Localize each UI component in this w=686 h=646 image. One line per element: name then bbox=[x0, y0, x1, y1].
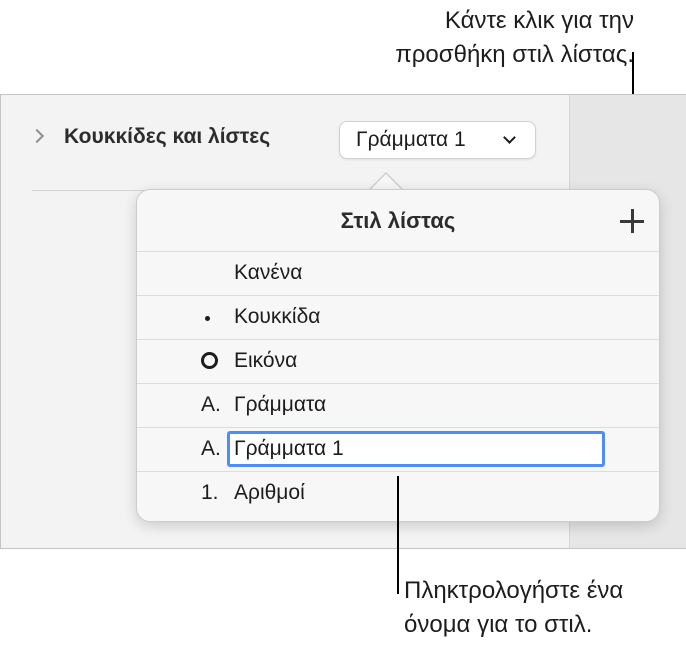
callout-text-line: όνομα για το στιλ. bbox=[404, 611, 593, 638]
popover-title: Στιλ λίστας bbox=[340, 208, 456, 233]
callout-text-line: προσθήκη στιλ λίστας. bbox=[395, 41, 634, 68]
list-item-marker: A. bbox=[201, 393, 221, 416]
list-item-label: Αριθμοί bbox=[234, 481, 305, 504]
callout-text-line: Κάντε κλικ για την bbox=[444, 7, 634, 34]
circle-image-icon bbox=[201, 352, 218, 369]
popup-value: Γράμματα 1 bbox=[356, 128, 466, 151]
callout-line-bottom bbox=[397, 476, 399, 594]
list-style-popover: Στιλ λίστας Κανένα Κουκκίδα Εικόνα A. Γρ… bbox=[136, 189, 660, 522]
list-item-bullet[interactable]: Κουκκίδα bbox=[137, 295, 659, 339]
plus-icon[interactable] bbox=[617, 206, 647, 236]
list-item-none[interactable]: Κανένα bbox=[137, 251, 659, 295]
list-item-letters[interactable]: A. Γράμματα bbox=[137, 383, 659, 427]
list-item-marker: 1. bbox=[201, 481, 219, 504]
list-item-label: Γράμματα bbox=[234, 393, 327, 416]
list-item-label: Κουκκίδα bbox=[234, 305, 321, 328]
list-style-popup-button[interactable]: Γράμματα 1 bbox=[339, 121, 536, 159]
list-item-image[interactable]: Εικόνα bbox=[137, 339, 659, 383]
window-edge bbox=[0, 95, 1, 548]
bullets-lists-section[interactable]: Κουκκίδες και λίστες Γράμματα 1 bbox=[0, 121, 570, 161]
section-title: Κουκκίδες και λίστες bbox=[64, 125, 271, 148]
style-name-field[interactable]: Γράμματα 1 bbox=[227, 431, 605, 467]
list-item-letters-1[interactable]: A. Γράμματα 1 bbox=[137, 427, 659, 471]
chevron-right-icon[interactable] bbox=[29, 128, 45, 144]
chevron-down-icon bbox=[503, 131, 516, 144]
add-style-callout: Κάντε κλικ για την προσθήκη στιλ λίστας. bbox=[395, 4, 634, 72]
list-item-marker: A. bbox=[201, 437, 221, 460]
callout-text-line: Πληκτρολογήστε ένα bbox=[404, 577, 624, 604]
list-item-label: Εικόνα bbox=[234, 349, 298, 372]
list-item-label: Κανένα bbox=[234, 261, 303, 284]
bullet-icon bbox=[205, 316, 210, 321]
name-field-callout: Πληκτρολογήστε ένα όνομα για το στιλ. bbox=[404, 574, 623, 642]
